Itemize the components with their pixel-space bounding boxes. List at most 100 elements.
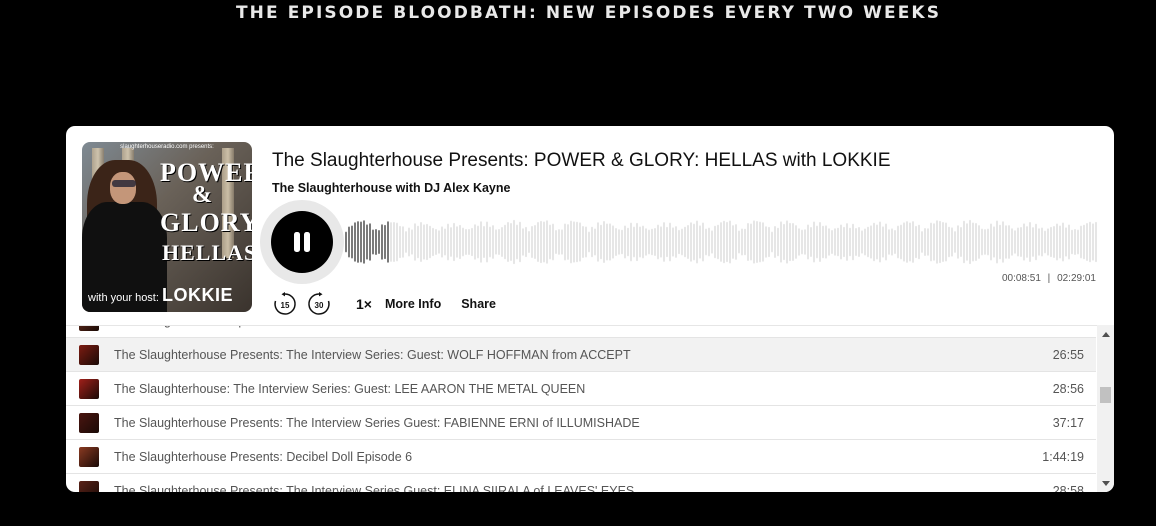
waveform-bar (633, 226, 635, 258)
waveform-bar (888, 229, 890, 255)
episode-row-title: The Slaughterhouse Presents: The Intervi… (114, 483, 635, 493)
waveform-seek-bar[interactable] (345, 219, 1098, 265)
waveform-bar-played (354, 222, 356, 262)
scrollbar-thumb[interactable] (1100, 387, 1111, 403)
waveform-bar (480, 221, 482, 263)
show-name[interactable]: The Slaughterhouse with DJ Alex Kayne (272, 181, 510, 195)
waveform-bar (594, 228, 596, 256)
scroll-up-arrow-icon[interactable] (1097, 325, 1114, 342)
waveform-bar (957, 225, 959, 259)
waveform-bar (411, 229, 413, 255)
waveform-bar (864, 228, 866, 256)
episode-row-duration: 1:44:19 (1042, 449, 1084, 464)
waveform-bar (705, 228, 707, 256)
episode-row[interactable]: The Slaughterhouse Presents: The Intervi… (66, 338, 1096, 372)
waveform-bar-played (357, 221, 359, 263)
waveform-bar (624, 225, 626, 259)
waveform-bar (870, 225, 872, 259)
waveform-bar (687, 224, 689, 260)
cover-host-name: LOKKIE (161, 285, 233, 305)
waveform-bar (612, 225, 614, 259)
waveform-bar (822, 225, 824, 259)
pause-button[interactable] (260, 200, 344, 284)
waveform-bar (525, 226, 527, 258)
episode-row[interactable]: The Slaughterhouse: The Interview Series… (66, 372, 1096, 406)
pause-icon (271, 211, 333, 273)
episode-row[interactable]: The Slaughterhouse Presents: The Intervi… (66, 406, 1096, 440)
waveform-bar (471, 227, 473, 257)
waveform-bar (933, 223, 935, 261)
waveform-bar (1008, 225, 1010, 259)
waveform-bar (1095, 221, 1097, 263)
waveform-bar (795, 225, 797, 259)
episode-list-scrollbar[interactable] (1097, 325, 1114, 492)
episode-row[interactable]: The Slaughterhouse Presents: The Intervi… (66, 474, 1096, 492)
waveform-bar (585, 226, 587, 258)
playback-speed-button[interactable]: 1× (356, 296, 372, 312)
waveform-bar (477, 225, 479, 259)
waveform-bar (849, 227, 851, 257)
waveform-bar (978, 225, 980, 259)
waveform-bar (1065, 227, 1067, 257)
podcast-player: slaughterhouseradio.com presents: POWER … (66, 126, 1114, 492)
waveform-bar (1041, 227, 1043, 257)
skip-back-button[interactable]: 15 (272, 291, 298, 317)
waveform-bar (756, 221, 758, 263)
waveform-bar (444, 228, 446, 256)
waveform-bar (1062, 222, 1064, 262)
waveform-bar (489, 226, 491, 258)
waveform-bar (1086, 222, 1088, 262)
waveform-bar (729, 220, 731, 264)
waveform-bar (639, 226, 641, 258)
share-button[interactable]: Share (461, 297, 496, 311)
waveform-bar (621, 229, 623, 255)
episode-title: The Slaughterhouse Presents: POWER & GLO… (272, 150, 891, 171)
waveform-bar (762, 222, 764, 262)
waveform-bar (981, 228, 983, 256)
waveform-bar (522, 228, 524, 256)
waveform-bar (519, 221, 521, 263)
cover-word: HELLAS (162, 240, 252, 265)
episode-row-duration: 28:56 (1052, 381, 1084, 396)
waveform-bar (921, 231, 923, 253)
waveform-bar (972, 222, 974, 262)
waveform-bar-played (369, 223, 371, 261)
waveform-bar (648, 229, 650, 255)
waveform-bar (786, 220, 788, 264)
waveform-bar (780, 221, 782, 263)
episode-row-title: The Slaughterhouse: The Interview Series… (114, 381, 586, 396)
waveform-bar (816, 225, 818, 259)
cover-word: GLORY (160, 208, 252, 237)
waveform-bar (552, 223, 554, 261)
scroll-down-arrow-icon[interactable] (1097, 475, 1114, 492)
waveform-bar (423, 224, 425, 260)
episode-row[interactable]: The Slaughterhouse Episode 1121:39:24 (66, 326, 1096, 338)
skip-forward-button[interactable]: 30 (306, 291, 332, 317)
waveform-bar (771, 231, 773, 253)
waveform-bar (528, 230, 530, 254)
waveform-bar (636, 222, 638, 262)
waveform-bar-played (387, 221, 389, 263)
waveform-bar (684, 226, 686, 258)
waveform-bar (717, 224, 719, 260)
episode-row-duration: 37:17 (1052, 415, 1084, 430)
waveform-bar (393, 222, 395, 262)
waveform-bar (1017, 227, 1019, 257)
waveform-bar (1074, 228, 1076, 256)
waveform-bar (954, 231, 956, 253)
more-info-button[interactable]: More Info (385, 297, 441, 311)
time-readout: 00:08:51 | 02:29:01 (1002, 273, 1096, 284)
waveform-bar (738, 230, 740, 254)
waveform-bar (681, 228, 683, 256)
waveform-bar (1020, 227, 1022, 257)
waveform-bar (966, 223, 968, 261)
waveform-bar (450, 227, 452, 257)
episode-row[interactable]: The Slaughterhouse Presents: Decibel Dol… (66, 440, 1096, 474)
waveform-bar (741, 228, 743, 256)
waveform-bar (912, 221, 914, 263)
waveform-bar (609, 223, 611, 261)
waveform-bar (1035, 223, 1037, 261)
waveform-bar (996, 220, 998, 264)
waveform-bar (1092, 223, 1094, 261)
cover-host: with your host: LOKKIE (88, 285, 233, 306)
